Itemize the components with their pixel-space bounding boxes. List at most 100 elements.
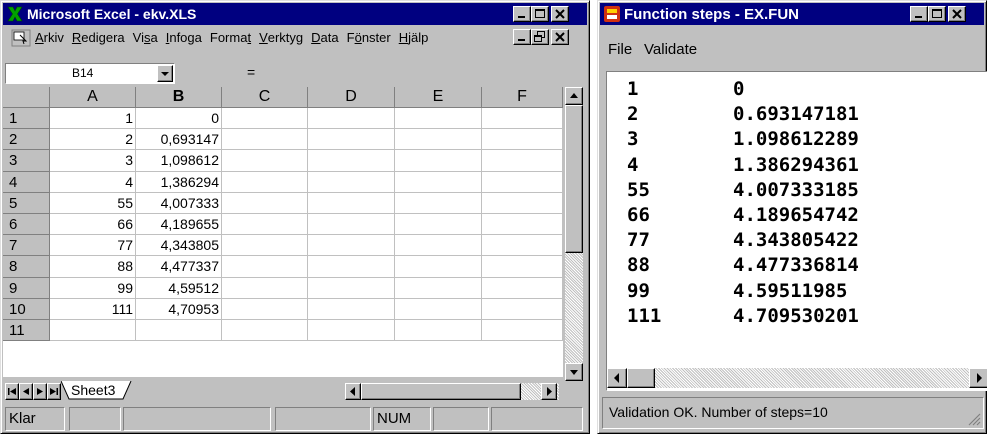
- column-header[interactable]: F: [482, 87, 563, 108]
- doc-restore-button[interactable]: [531, 29, 549, 45]
- column-header[interactable]: E: [395, 87, 482, 108]
- fun-horizontal-scrollbar[interactable]: [607, 368, 987, 388]
- table-cell[interactable]: [395, 108, 482, 130]
- table-cell[interactable]: [395, 277, 482, 299]
- table-cell[interactable]: [482, 108, 563, 130]
- table-cell[interactable]: [395, 320, 482, 342]
- table-cell[interactable]: [395, 192, 482, 214]
- row-header[interactable]: 3: [3, 150, 50, 172]
- table-cell[interactable]: 55: [50, 192, 136, 214]
- table-cell[interactable]: [482, 150, 563, 172]
- table-cell[interactable]: [136, 320, 222, 342]
- table-cell[interactable]: [482, 235, 563, 257]
- table-cell[interactable]: [222, 298, 308, 320]
- last-sheet-button[interactable]: [47, 383, 61, 400]
- table-cell[interactable]: [482, 129, 563, 151]
- excel-menu-item[interactable]: Fönster: [347, 30, 391, 45]
- table-cell[interactable]: [308, 277, 395, 299]
- table-cell[interactable]: [308, 129, 395, 151]
- name-box[interactable]: B14: [5, 63, 175, 84]
- table-cell[interactable]: [308, 320, 395, 342]
- table-cell[interactable]: [222, 171, 308, 193]
- table-cell[interactable]: 0,693147: [136, 129, 222, 151]
- table-cell[interactable]: 99: [50, 277, 136, 299]
- table-cell[interactable]: [482, 277, 563, 299]
- menu-validate[interactable]: Validate: [644, 41, 697, 58]
- table-cell[interactable]: [308, 256, 395, 278]
- menu-file[interactable]: File: [608, 41, 632, 58]
- table-cell[interactable]: [395, 235, 482, 257]
- table-cell[interactable]: 111: [50, 298, 136, 320]
- table-cell[interactable]: 0: [136, 108, 222, 130]
- fun-maximize-button[interactable]: [928, 6, 946, 22]
- excel-menu-item[interactable]: Infoga: [166, 30, 202, 45]
- sheet-tab-sheet3[interactable]: Sheet3: [71, 382, 115, 398]
- table-cell[interactable]: [222, 320, 308, 342]
- table-cell[interactable]: [395, 298, 482, 320]
- table-cell[interactable]: 77: [50, 235, 136, 257]
- table-cell[interactable]: [482, 192, 563, 214]
- name-box-dropdown[interactable]: [157, 65, 173, 82]
- row-header[interactable]: 7: [3, 235, 50, 257]
- next-sheet-button[interactable]: [33, 383, 47, 400]
- fun-close-button[interactable]: [948, 6, 966, 22]
- table-cell[interactable]: [50, 320, 136, 342]
- table-cell[interactable]: [482, 320, 563, 342]
- table-cell[interactable]: 1,386294: [136, 171, 222, 193]
- row-header[interactable]: 9: [3, 277, 50, 299]
- table-cell[interactable]: 4: [50, 171, 136, 193]
- table-cell[interactable]: 4,70953: [136, 298, 222, 320]
- table-cell[interactable]: [222, 277, 308, 299]
- scroll-right-button[interactable]: [541, 383, 557, 400]
- row-header[interactable]: 6: [3, 214, 50, 236]
- table-cell[interactable]: 4,007333: [136, 192, 222, 214]
- table-cell[interactable]: [482, 298, 563, 320]
- column-header[interactable]: C: [222, 87, 308, 108]
- table-cell[interactable]: [222, 108, 308, 130]
- maximize-button[interactable]: [531, 6, 549, 22]
- table-cell[interactable]: [482, 171, 563, 193]
- doc-close-button[interactable]: [551, 29, 569, 45]
- table-cell[interactable]: [395, 256, 482, 278]
- document-icon[interactable]: [11, 29, 31, 47]
- table-cell[interactable]: [308, 108, 395, 130]
- table-cell[interactable]: [395, 171, 482, 193]
- column-header[interactable]: A: [50, 87, 136, 108]
- minimize-button[interactable]: [513, 6, 531, 22]
- table-cell[interactable]: [395, 129, 482, 151]
- fun-title-bar[interactable]: Function steps - EX.FUN: [600, 3, 984, 25]
- table-cell[interactable]: [222, 129, 308, 151]
- select-all-corner[interactable]: [3, 87, 50, 108]
- scroll-left-button[interactable]: [345, 383, 361, 400]
- scroll-thumb[interactable]: [565, 105, 583, 253]
- row-header[interactable]: 4: [3, 171, 50, 193]
- table-cell[interactable]: [308, 214, 395, 236]
- first-sheet-button[interactable]: [5, 383, 19, 400]
- excel-menu-item[interactable]: Visa: [133, 30, 158, 45]
- resize-grip-icon[interactable]: [967, 412, 981, 426]
- excel-menu-item[interactable]: Hjälp: [399, 30, 429, 45]
- close-button[interactable]: [551, 6, 569, 22]
- row-header[interactable]: 8: [3, 256, 50, 278]
- h-scroll-thumb[interactable]: [361, 383, 521, 400]
- table-cell[interactable]: [308, 235, 395, 257]
- table-cell[interactable]: [395, 150, 482, 172]
- scroll-up-button[interactable]: [565, 87, 583, 105]
- table-cell[interactable]: 4,189655: [136, 214, 222, 236]
- table-cell[interactable]: [308, 171, 395, 193]
- row-header[interactable]: 5: [3, 192, 50, 214]
- table-cell[interactable]: [482, 256, 563, 278]
- table-cell[interactable]: [308, 298, 395, 320]
- table-cell[interactable]: [222, 150, 308, 172]
- excel-menu-item[interactable]: Verktyg: [259, 30, 303, 45]
- formula-equals[interactable]: =: [247, 64, 255, 80]
- table-cell[interactable]: 2: [50, 129, 136, 151]
- excel-menu-item[interactable]: Redigera: [72, 30, 125, 45]
- fun-scroll-left-button[interactable]: [607, 368, 627, 388]
- excel-menu-item[interactable]: Arkiv: [35, 30, 64, 45]
- table-cell[interactable]: 3: [50, 150, 136, 172]
- column-header[interactable]: B: [136, 87, 222, 108]
- row-header[interactable]: 2: [3, 129, 50, 151]
- table-cell[interactable]: 1: [50, 108, 136, 130]
- table-cell[interactable]: [222, 214, 308, 236]
